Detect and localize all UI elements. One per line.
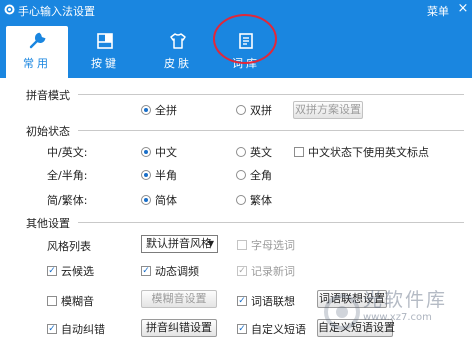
menu-button[interactable]: 菜单 [427, 3, 449, 19]
watermark-url: www.xz7.com [363, 312, 432, 323]
dynamic-freq-checkbox[interactable]: ✓ [141, 266, 151, 276]
record-new-words-label: 记录新词 [251, 265, 295, 278]
english-punct-checkbox[interactable] [294, 147, 304, 157]
radio-english[interactable] [236, 147, 246, 157]
word-assoc-label: 词语联想 [251, 295, 295, 308]
fuzzy-settings-button[interactable]: 模糊音设置 [141, 290, 217, 308]
custom-phrase-checkbox[interactable]: ✓ [237, 324, 247, 334]
style-list-label: 风格列表 [47, 240, 91, 253]
row-label-simp-trad: 简/繁体: [47, 194, 88, 207]
radio-full-width[interactable] [236, 170, 246, 180]
divider [78, 222, 464, 223]
pinyin-correct-settings-button[interactable]: 拼音纠错设置 [141, 319, 217, 337]
keyboard-icon [97, 33, 113, 49]
english-punct-label: 中文状态下使用英文标点 [308, 146, 429, 159]
fuzzy-label: 模糊音 [61, 295, 94, 308]
style-list-value: 默认拼音风格 [146, 237, 212, 250]
radio-simplified[interactable] [141, 195, 151, 205]
section-heading-pinyin-mode: 拼音模式 [26, 89, 70, 102]
radio-chinese[interactable] [141, 147, 151, 157]
highlight-circle [213, 14, 277, 64]
letter-select-checkbox[interactable] [237, 240, 247, 250]
gear-icon [4, 4, 15, 15]
radio-chinese-label: 中文 [155, 146, 177, 159]
tab-keys[interactable]: 按键 [74, 26, 136, 78]
word-assoc-checkbox[interactable]: ✓ [237, 296, 247, 306]
tab-skin[interactable]: 皮肤 [147, 26, 209, 78]
tab-skin-label: 皮肤 [164, 57, 192, 70]
style-list-select[interactable]: 默认拼音风格 ▼ [141, 235, 218, 253]
radio-full-width-label: 全角 [250, 169, 272, 182]
tshirt-icon [170, 33, 186, 49]
dropdown-arrow-icon: ▼ [207, 239, 214, 248]
radio-simplified-label: 简体 [155, 194, 177, 207]
dynamic-freq-label: 动态调频 [155, 265, 199, 278]
row-label-full-half: 全/半角: [47, 169, 88, 182]
radio-half-width-label: 半角 [155, 169, 177, 182]
radio-full-pinyin-label: 全拼 [155, 104, 177, 117]
close-button[interactable]: × [456, 1, 470, 17]
auto-correct-label: 自动纠错 [61, 323, 105, 336]
auto-correct-checkbox[interactable]: ✓ [47, 324, 57, 334]
radio-english-label: 英文 [250, 146, 272, 159]
radio-traditional[interactable] [236, 195, 246, 205]
cloud-candidate-label: 云候选 [61, 265, 94, 278]
radio-double-pinyin-label: 双拼 [250, 104, 272, 117]
tab-keys-label: 按键 [91, 57, 119, 70]
tab-common-label: 常用 [23, 57, 51, 70]
wrench-icon [29, 32, 46, 49]
divider [78, 94, 464, 95]
radio-traditional-label: 繁体 [250, 194, 272, 207]
radio-double-pinyin[interactable] [236, 105, 246, 115]
section-heading-initial-state: 初始状态 [26, 125, 70, 138]
radio-half-width[interactable] [141, 170, 151, 180]
section-heading-other-settings: 其他设置 [26, 217, 70, 230]
divider [78, 130, 464, 131]
fuzzy-checkbox[interactable] [47, 296, 57, 306]
row-label-cn-en: 中/英文: [47, 146, 88, 159]
watermark-text: 光软件库 [363, 289, 448, 311]
letter-select-label: 字母选词 [251, 239, 295, 252]
tab-common[interactable]: 常用 [6, 26, 68, 78]
cloud-candidate-checkbox[interactable]: ✓ [47, 266, 57, 276]
window-title: 手心输入法设置 [18, 5, 95, 18]
custom-phrase-label: 自定义短语 [251, 323, 306, 336]
double-pinyin-scheme-button[interactable]: 双拼方案设置 [293, 101, 363, 119]
record-new-words-checkbox[interactable]: ✓ [237, 266, 247, 276]
radio-full-pinyin[interactable] [141, 105, 151, 115]
